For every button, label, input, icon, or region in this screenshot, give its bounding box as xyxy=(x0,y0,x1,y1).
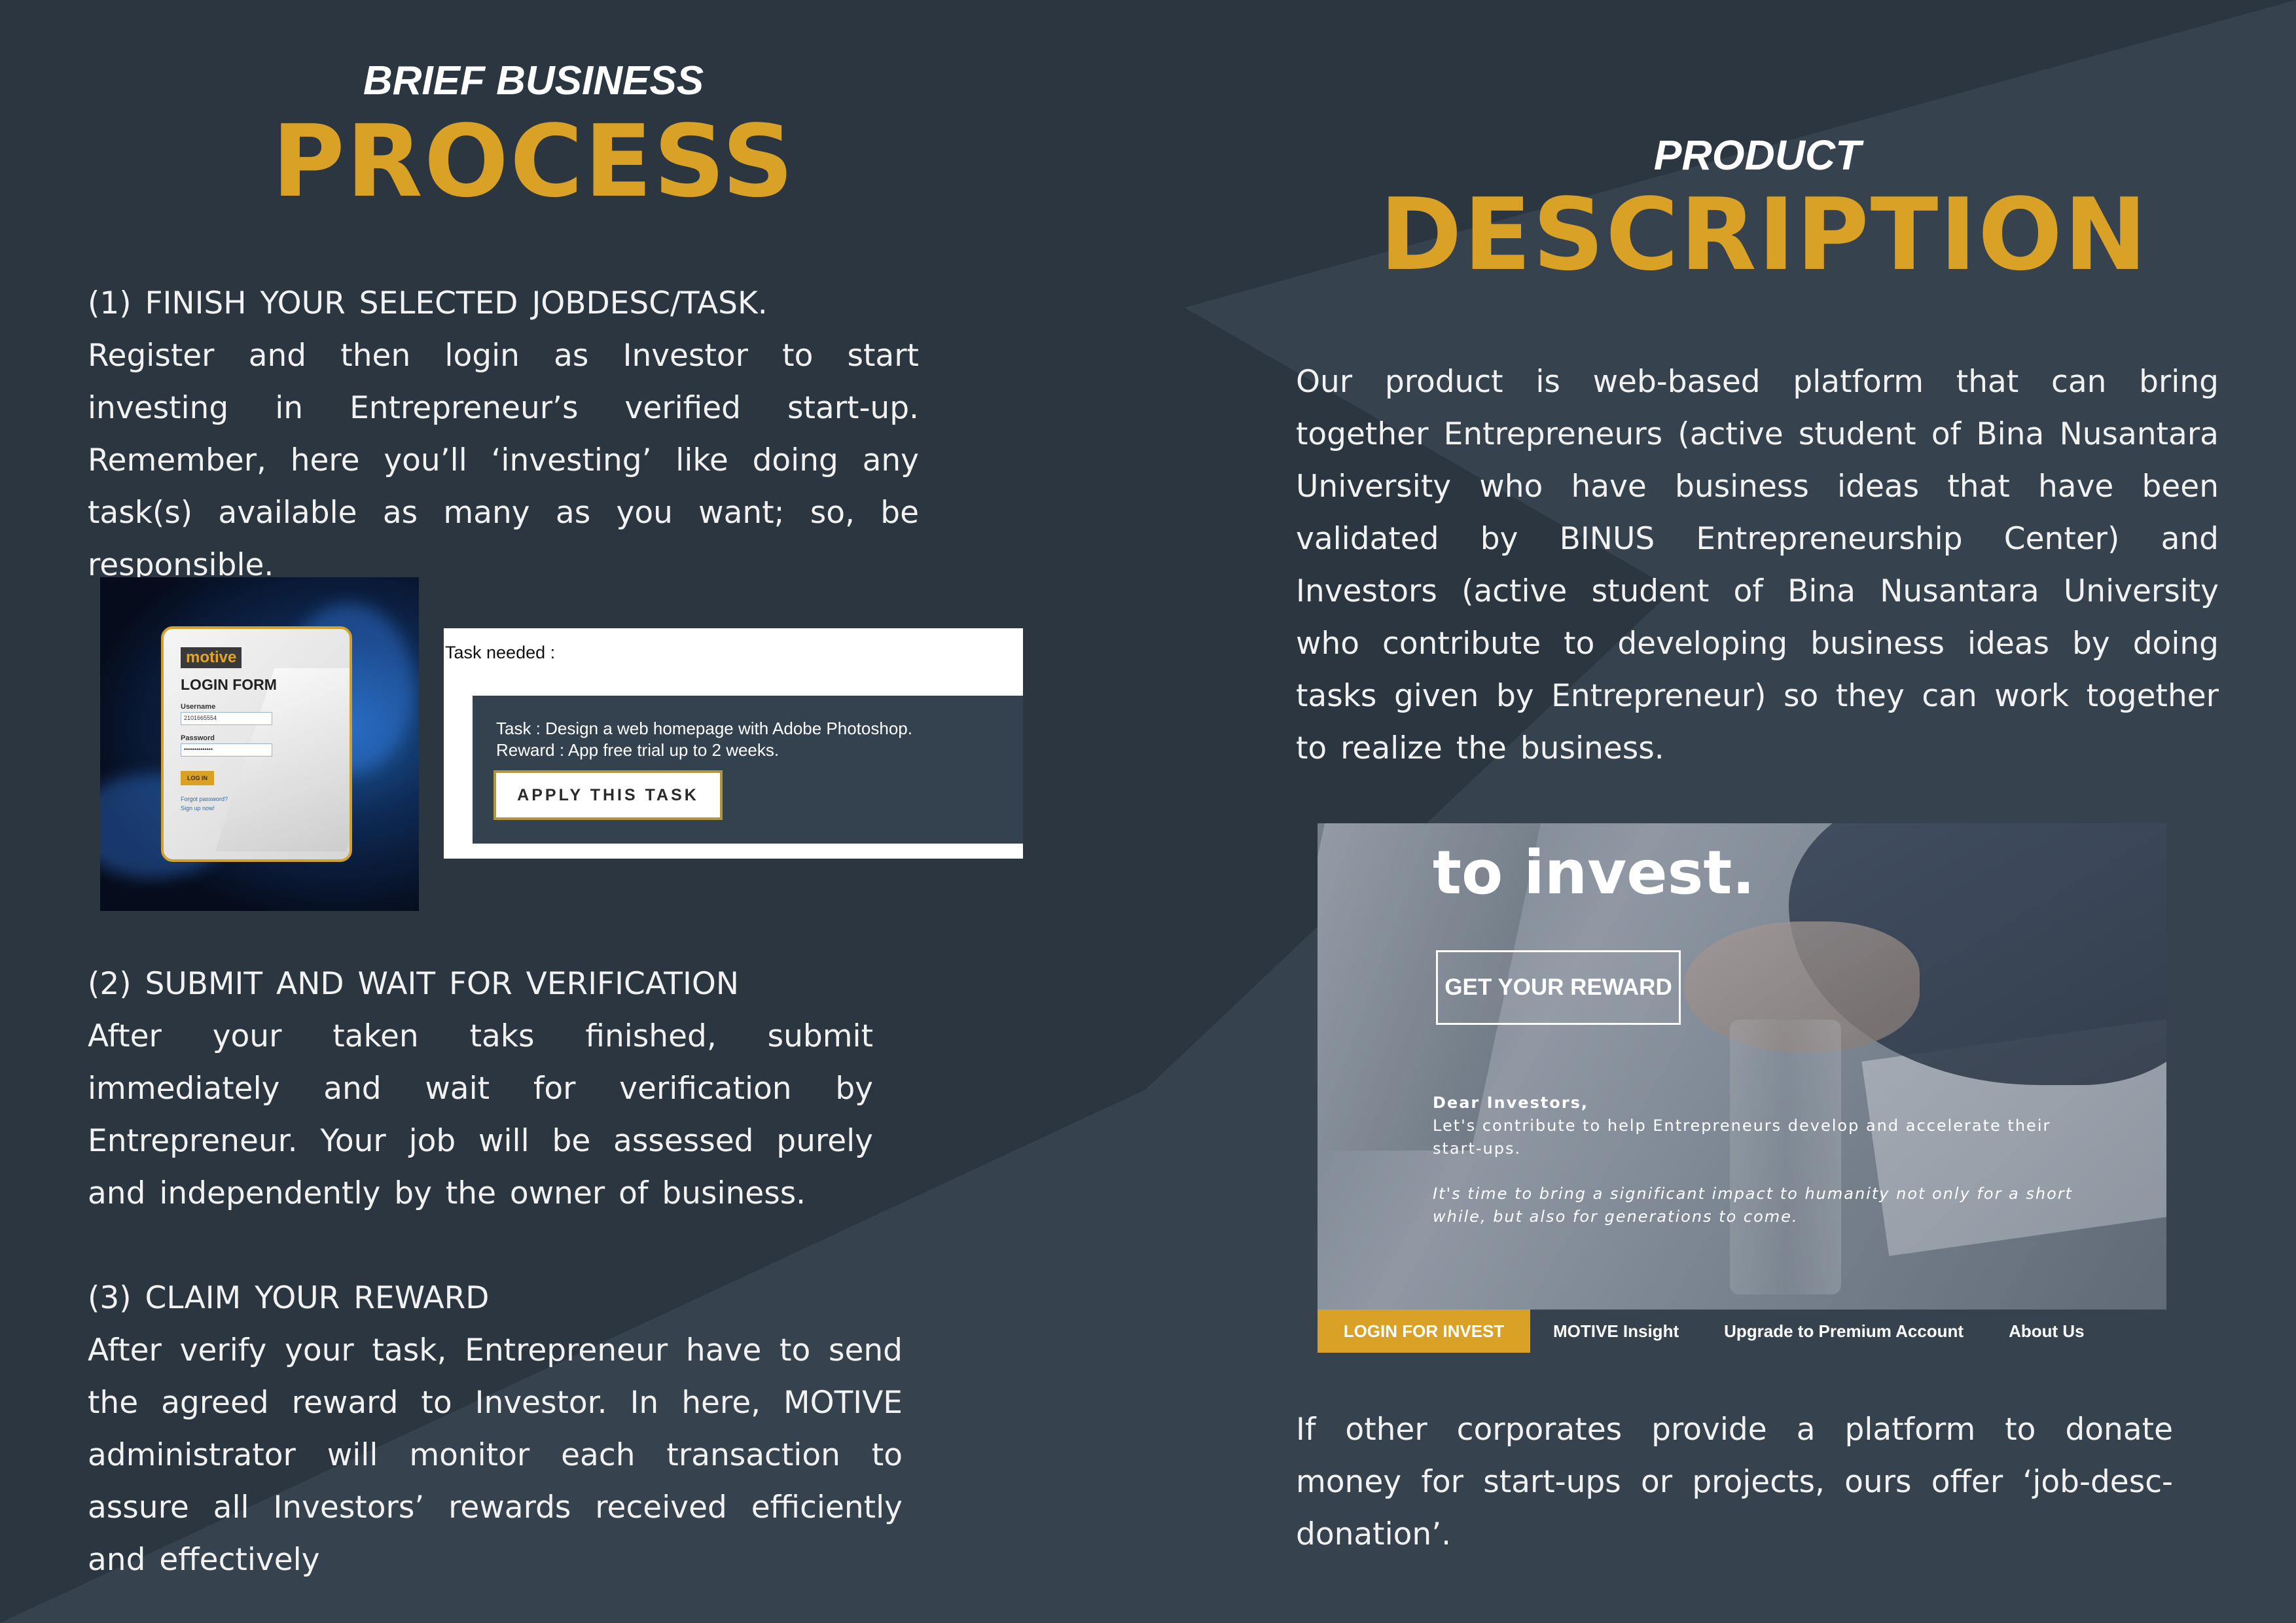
left-heading-big: PROCESS xyxy=(272,103,795,219)
task-description: Task : Design a web homepage with Adobe … xyxy=(496,719,912,738)
website-message-body: Let's contribute to help Entrepreneurs d… xyxy=(1433,1116,2051,1158)
task-card: Task needed : Task : Design a web homepa… xyxy=(444,628,1023,859)
nav-motive-insight[interactable]: MOTIVE Insight xyxy=(1530,1310,1701,1353)
login-form-card: motive LOGIN FORM Username 2101665554 Pa… xyxy=(161,626,352,862)
task-reward: Reward : App free trial up to 2 weeks. xyxy=(496,740,780,760)
password-label: Password xyxy=(181,734,215,742)
nav-about-us[interactable]: About Us xyxy=(1986,1310,2107,1353)
password-field[interactable]: •••••••••••••• xyxy=(181,743,272,757)
forgot-password-link[interactable]: Forgot password? xyxy=(181,796,332,802)
step-3-text: (3) CLAIM YOUR REWARD After verify your … xyxy=(88,1280,903,1578)
step-2-text: (2) SUBMIT AND WAIT FOR VERIFICATION Aft… xyxy=(88,966,873,1211)
get-reward-button[interactable]: GET YOUR REWARD xyxy=(1436,950,1681,1025)
website-screenshot: to invest. GET YOUR REWARD Dear Investor… xyxy=(1318,823,2166,1310)
apply-task-button[interactable]: APPLY THIS TASK xyxy=(493,770,723,820)
product-description: Our product is web-based platform that c… xyxy=(1296,364,2219,766)
nav-upgrade-premium[interactable]: Upgrade to Premium Account xyxy=(1701,1310,1986,1353)
closing-text: If other corporates provide a platform t… xyxy=(1296,1412,2173,1552)
right-heading-big: DESCRIPTION xyxy=(1379,177,2149,293)
website-message: Dear Investors, Let's contribute to help… xyxy=(1433,1092,2087,1228)
left-heading-small: BRIEF BUSINESS xyxy=(363,58,704,103)
task-needed-label: Task needed : xyxy=(445,643,556,662)
username-label: Username xyxy=(181,703,216,711)
step-1-text: (1) FINISH YOUR SELECTED JOBDESC/TASK. R… xyxy=(88,285,919,583)
nav-login-for-invest[interactable]: LOGIN FOR INVEST xyxy=(1318,1310,1530,1353)
website-headline: to invest. xyxy=(1433,838,1755,908)
website-greeting: Dear Investors, xyxy=(1433,1094,1589,1112)
motive-logo: motive xyxy=(181,647,242,668)
right-heading-small: PRODUCT xyxy=(1653,132,1861,179)
login-button[interactable]: LOG IN xyxy=(181,771,214,785)
signup-link[interactable]: Sign up now! xyxy=(181,805,332,812)
login-form-screenshot: motive LOGIN FORM Username 2101665554 Pa… xyxy=(100,577,419,911)
website-nav-bar: LOGIN FOR INVEST MOTIVE Insight Upgrade … xyxy=(1318,1310,2166,1353)
website-italic-message: It's time to bring a significant impact … xyxy=(1433,1185,2073,1226)
task-panel: Task : Design a web homepage with Adobe … xyxy=(473,696,1023,844)
login-form-title: LOGIN FORM xyxy=(181,676,277,693)
username-field[interactable]: 2101665554 xyxy=(181,712,272,725)
